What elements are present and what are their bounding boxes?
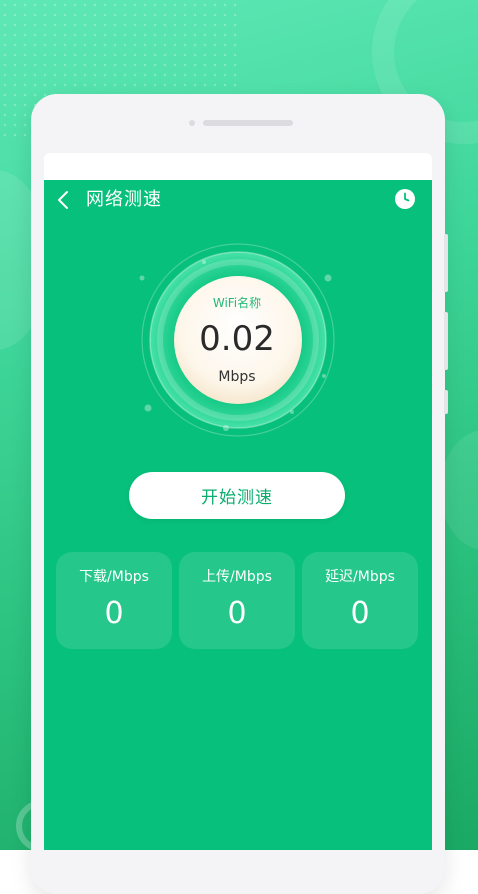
start-test-button[interactable]: 开始测速 (129, 472, 345, 519)
gauge-readout: WiFi名称 0.02 Mbps (174, 295, 300, 387)
current-speed-value: 0.02 (199, 319, 275, 359)
wifi-name-label: WiFi名称 (212, 296, 262, 310)
page-title: 网络测速 (86, 189, 162, 210)
download-stat-card: 下载/Mbps 0 (56, 552, 172, 649)
phone-camera (189, 120, 195, 126)
latency-label: 延迟/Mbps (325, 569, 395, 585)
upload-stat-card: 上传/Mbps 0 (179, 552, 295, 649)
current-speed-unit: Mbps (218, 369, 256, 385)
phone-side-button-2 (444, 312, 448, 370)
latency-stat-card: 延迟/Mbps 0 (302, 552, 418, 649)
status-bar-area (44, 153, 432, 180)
upload-label: 上传/Mbps (202, 569, 272, 585)
chevron-left-icon[interactable] (54, 190, 72, 210)
download-label: 下载/Mbps (79, 569, 149, 585)
phone-side-button-3 (444, 390, 448, 414)
download-value: 0 (104, 596, 124, 631)
phone-side-button-1 (444, 234, 448, 292)
header: 网络测速 (44, 180, 432, 220)
background-blob-right (440, 430, 478, 550)
phone-speaker (203, 120, 293, 126)
speed-test-screen: 网络测速 WiFi名称 0.02 Mbps 开始测速 下载/Mbps 0 上传/… (44, 180, 432, 850)
clock-icon[interactable] (394, 188, 416, 210)
latency-value: 0 (350, 596, 370, 631)
upload-value: 0 (227, 596, 247, 631)
